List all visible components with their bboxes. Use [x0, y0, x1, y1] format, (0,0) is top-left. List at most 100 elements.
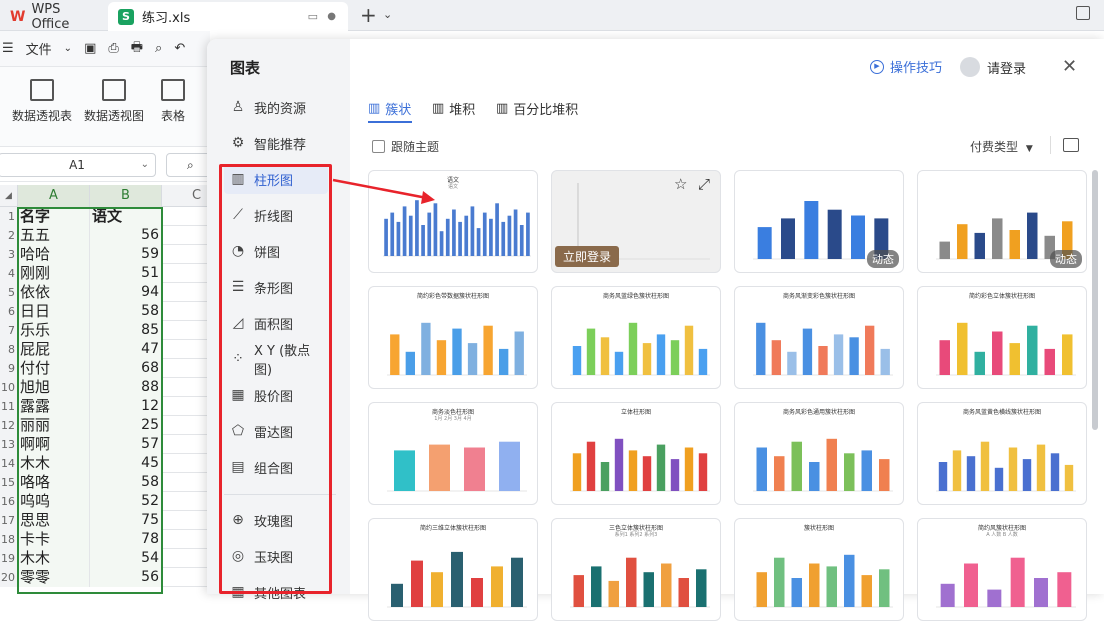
new-tab-icon[interactable]: +: [360, 3, 377, 27]
row-number[interactable]: 5: [0, 283, 18, 302]
subtab-0[interactable]: ▥ 簇状: [368, 97, 411, 119]
thumbnail-bar: [402, 206, 407, 256]
tips-link[interactable]: ▶ 操作技巧: [870, 57, 942, 76]
file-menu[interactable]: 文件: [26, 39, 52, 58]
row-number[interactable]: 1: [0, 207, 18, 226]
login-button[interactable]: 请登录: [960, 57, 1026, 77]
chart-template-card[interactable]: 简约彩色立体簇状柱形图: [917, 286, 1087, 389]
row-number[interactable]: 15: [0, 473, 18, 492]
thumbnail-bar: [1027, 212, 1038, 259]
login-now-button[interactable]: 立即登录: [555, 246, 620, 267]
chart-template-card[interactable]: 动态: [734, 170, 904, 273]
row-number[interactable]: 17: [0, 511, 18, 530]
column-header-b[interactable]: B: [90, 185, 162, 207]
thumbnail-bar: [802, 328, 813, 375]
thumbnail-bar: [861, 450, 872, 491]
row-number[interactable]: 13: [0, 435, 18, 454]
thumbnail-bar: [994, 467, 1004, 491]
thumbnail-bar: [408, 215, 413, 256]
chart-template-card[interactable]: 立体柱形图: [551, 402, 721, 505]
close-icon[interactable]: ✕: [1062, 56, 1077, 77]
subtab-2[interactable]: ▥ 百分比堆积: [496, 97, 578, 119]
chart-template-card[interactable]: 动态: [917, 170, 1087, 273]
grid-view-icon[interactable]: [1063, 138, 1079, 152]
column-header-a[interactable]: A: [18, 185, 90, 207]
tab-file[interactable]: S 练习.xls ▭ ●: [108, 2, 348, 31]
thumbnail-bar: [436, 340, 447, 375]
row-number[interactable]: 7: [0, 321, 18, 340]
chart-template-card[interactable]: 三色立体簇状柱形图 系列1 系列2 系列3: [551, 518, 721, 621]
chart-template-card[interactable]: 简约彩色带数据簇状柱形图: [368, 286, 538, 389]
table-label: 表格: [160, 109, 185, 123]
pivot-chart-button[interactable]: 数据透视图: [82, 79, 146, 124]
thumbnail-bar: [464, 447, 485, 491]
chart-template-card[interactable]: 简约三维立体簇状柱形图: [368, 518, 538, 621]
nav-item-1[interactable]: ⚙ 智能推荐: [224, 128, 328, 158]
scrollbar[interactable]: [1092, 170, 1098, 430]
thumbnail-bar: [670, 340, 680, 375]
star-icon[interactable]: ☆: [674, 175, 687, 193]
chart-template-card[interactable]: 商务风渐变彩色簇状柱形图: [734, 286, 904, 389]
row-number[interactable]: 19: [0, 549, 18, 568]
chart-template-card[interactable]: 简约风簇状柱形图 A 人数 B 人数: [917, 518, 1087, 621]
spreadsheet-icon: S: [118, 8, 134, 25]
row-number[interactable]: 6: [0, 302, 18, 321]
row-number[interactable]: 12: [0, 416, 18, 435]
menu-icon[interactable]: ☰: [2, 41, 14, 56]
chevron-down-icon[interactable]: ⌄: [64, 43, 72, 54]
formula-bar: A1 ⌄ ⌕: [0, 148, 216, 182]
print-icon[interactable]: 🖶: [131, 38, 143, 60]
expand-icon[interactable]: ⤢: [698, 175, 710, 193]
chart-template-card[interactable]: 簇状柱形图: [734, 518, 904, 621]
select-all-corner[interactable]: ◢: [0, 185, 18, 207]
chart-template-card[interactable]: 商务淡色柱形图 1月 2月 3月 4月: [368, 402, 538, 505]
pay-type-dropdown[interactable]: 付费类型 ▼: [970, 138, 1033, 155]
thumbnail-bar: [628, 450, 638, 491]
thumbnail-bar: [1036, 444, 1046, 491]
thumbnail-bar: [844, 554, 855, 607]
follow-theme-checkbox[interactable]: 跟随主题: [372, 138, 439, 155]
subtab-1[interactable]: ▥ 堆积: [432, 97, 475, 119]
thumbnail-bar: [501, 221, 506, 256]
pivot-table-button[interactable]: 数据透视表: [10, 79, 74, 124]
thumbnail-bar: [452, 209, 456, 256]
undo-icon[interactable]: ↶: [174, 41, 185, 56]
sidebar-toggle-icon[interactable]: [1076, 6, 1090, 20]
thumbnail-bar: [804, 201, 819, 259]
chevron-down-icon[interactable]: ⌄: [383, 8, 392, 21]
row-number[interactable]: 4: [0, 264, 18, 283]
thumbnail-bar: [470, 206, 475, 256]
thumbnail-bar: [519, 225, 524, 256]
chart-template-card[interactable]: 商务风彩色通用簇状柱形图: [734, 402, 904, 505]
row-number[interactable]: 14: [0, 454, 18, 473]
title-bar: W WPS Office S 练习.xls ▭ ● + ⌄: [0, 0, 1104, 32]
row-number[interactable]: 9: [0, 359, 18, 378]
row-number[interactable]: 2: [0, 226, 18, 245]
unsaved-dot-icon[interactable]: ●: [327, 11, 336, 22]
row-number[interactable]: 20: [0, 568, 18, 587]
row-number[interactable]: 16: [0, 492, 18, 511]
export-icon[interactable]: ⎙: [108, 41, 118, 56]
thumbnail-bar: [427, 212, 432, 256]
subtab-label: 百分比堆积: [513, 102, 579, 118]
thumbnail-bar: [791, 578, 802, 607]
row-number[interactable]: 11: [0, 397, 18, 416]
row-number[interactable]: 10: [0, 378, 18, 397]
save-icon[interactable]: ▣: [84, 41, 96, 56]
row-number[interactable]: 18: [0, 530, 18, 549]
chart-template-card[interactable]: 立即登录 ☆ ⤢: [551, 170, 721, 273]
table-button[interactable]: 表格: [156, 79, 190, 124]
chart-template-card[interactable]: 商务风蓝绿色簇状柱形图: [551, 286, 721, 389]
thumbnail-bar: [458, 221, 462, 256]
chart-template-card[interactable]: 商务风蓝黄色横线簇状柱形图: [917, 402, 1087, 505]
row-number[interactable]: 8: [0, 340, 18, 359]
thumbnail-bar: [421, 322, 431, 375]
row-number[interactable]: 3: [0, 245, 18, 264]
monitor-icon[interactable]: ▭: [308, 10, 318, 23]
nav-item-label: 智能推荐: [254, 137, 307, 153]
name-box[interactable]: A1 ⌄: [0, 153, 156, 177]
thumbnail-bar: [513, 209, 518, 256]
nav-item-0[interactable]: ♙ 我的资源: [224, 92, 328, 122]
print-preview-icon[interactable]: ⌕: [155, 41, 162, 56]
tab-wps-office[interactable]: W WPS Office: [0, 2, 108, 32]
